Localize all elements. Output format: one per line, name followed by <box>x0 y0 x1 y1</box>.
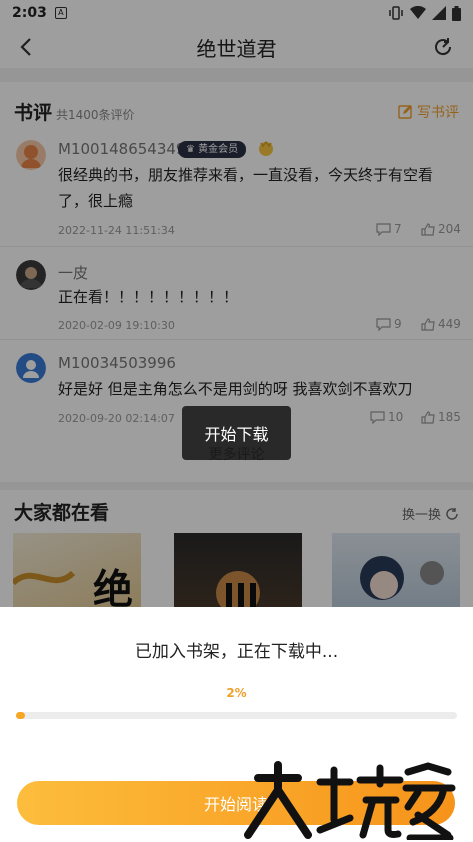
page: 2:03 A 绝世道君 书评 共1400条评价 写书评 M10014865434… <box>0 0 473 842</box>
watermark-logo <box>244 761 456 840</box>
progress-bar <box>16 712 457 719</box>
progress-percent: 2% <box>226 686 247 700</box>
progress-fill <box>16 712 25 719</box>
download-message: 已加入书架，正在下载中... <box>134 642 339 662</box>
toast: 开始下载 <box>182 406 291 460</box>
